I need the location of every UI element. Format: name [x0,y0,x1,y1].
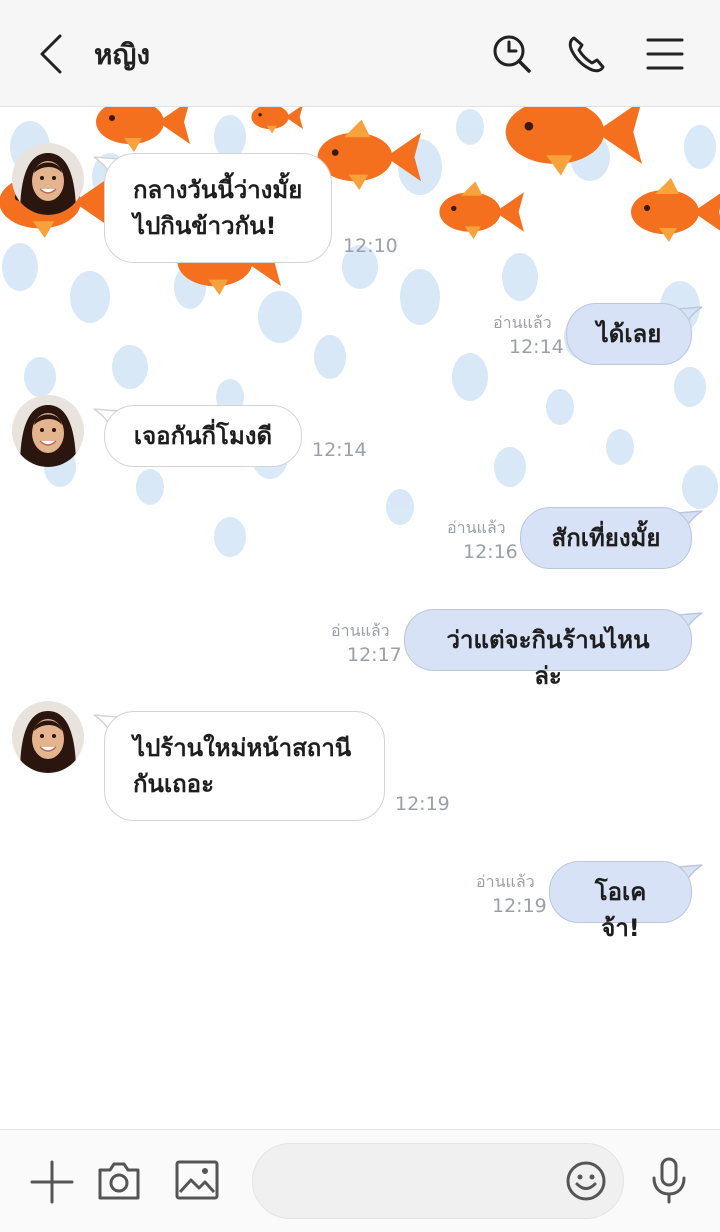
search-history-icon[interactable] [490,30,534,78]
message-time: 12:14 [312,439,367,461]
chat-title: หญิง [94,38,150,71]
message-text: ได้เลย [596,320,662,348]
message-time: 12:19 [395,793,450,815]
avatar[interactable] [12,395,84,467]
message-text: ไปร้านใหม่หน้าสถานี [133,734,352,762]
message-input[interactable] [252,1143,624,1219]
microphone-icon[interactable] [648,1156,690,1204]
message-time: 12:10 [343,235,398,257]
read-status: อ่านแล้ว [447,518,506,537]
message-text: ว่าแต่จะกินร้านไหนล่ะ [446,626,650,690]
chevron-left-icon[interactable] [30,30,74,78]
message-bubble-outgoing[interactable]: สักเที่ยงมั้ย [520,507,692,569]
read-status: อ่านแล้ว [493,313,552,332]
read-status: อ่านแล้ว [476,872,535,891]
message-text: ไปกินข้าวกัน! [133,212,277,240]
camera-icon[interactable] [96,1158,142,1202]
menu-icon[interactable] [644,30,688,78]
message-text: กันเถอะ [133,770,214,798]
message-time: 12:17 [347,644,402,666]
message-text: โอเคจ้า! [594,878,647,942]
message-bubble-outgoing[interactable]: ว่าแต่จะกินร้านไหนล่ะ [404,609,692,690]
read-status: อ่านแล้ว [331,621,390,640]
message-text: เจอกันกี่โมงดี [133,422,273,450]
message-bubble-incoming[interactable]: เจอกันกี่โมงดี [104,405,302,467]
message-time: 12:14 [509,336,564,358]
plus-icon[interactable] [30,1160,74,1204]
input-bar [0,1129,720,1232]
chat-header: หญิง [0,0,720,107]
avatar[interactable] [12,701,84,773]
message-bubble-incoming[interactable]: กลางวันนี้ว่างมั้ย ไปกินข้าวกัน! [104,153,332,263]
phone-icon[interactable] [564,30,608,78]
avatar[interactable] [12,143,84,215]
message-text: สักเที่ยงมั้ย [551,524,661,552]
message-bubble-outgoing[interactable]: โอเคจ้า! [549,861,692,942]
emoji-icon[interactable] [565,1160,607,1202]
message-time: 12:19 [492,895,547,917]
message-text: กลางวันนี้ว่างมั้ย [133,176,303,204]
message-bubble-outgoing[interactable]: ได้เลย [566,303,692,365]
image-icon[interactable] [174,1158,220,1202]
chat-area[interactable]: กลางวันนี้ว่างมั้ย ไปกินข้าวกัน! 12:10 อ… [0,107,720,1129]
message-time: 12:16 [463,541,518,563]
message-bubble-incoming[interactable]: ไปร้านใหม่หน้าสถานี กันเถอะ [104,711,385,821]
